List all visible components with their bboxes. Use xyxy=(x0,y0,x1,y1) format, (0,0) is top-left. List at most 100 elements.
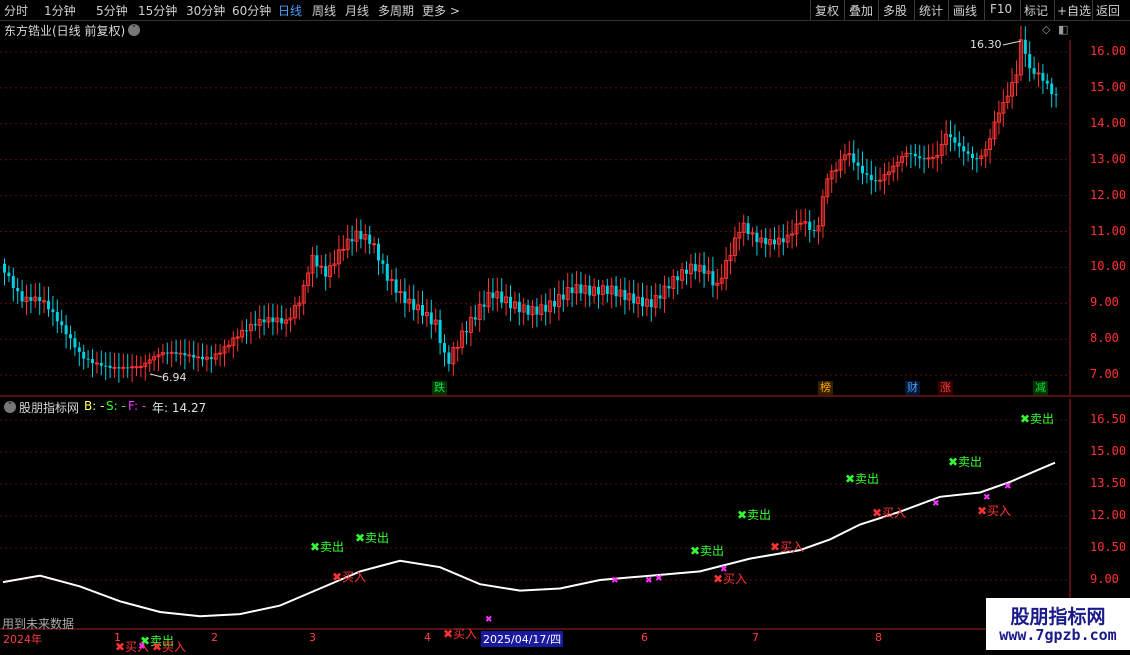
candle-body xyxy=(385,263,389,281)
candle-body xyxy=(957,142,961,147)
candle-body xyxy=(570,287,574,293)
candle-body xyxy=(51,309,55,313)
candle-body xyxy=(614,285,618,297)
candle-body xyxy=(755,232,759,243)
chevron-down-icon[interactable]: ˅ xyxy=(128,24,140,36)
month-label: 8 xyxy=(875,631,882,644)
candle-body xyxy=(808,221,812,230)
price-tick-label: 10.00 xyxy=(1090,259,1127,274)
indicator-tick-label: 10.50 xyxy=(1090,539,1127,554)
candle-body xyxy=(1036,72,1041,75)
marker-signal: ✖ xyxy=(611,576,619,587)
candle-body xyxy=(909,153,913,155)
candle-body xyxy=(429,312,433,325)
candle-body xyxy=(465,331,468,333)
candle-body xyxy=(126,367,130,369)
candle-body xyxy=(209,357,213,360)
buy-signal: ✖买入 xyxy=(443,627,478,642)
candle-body xyxy=(1023,39,1027,54)
marker-signal: ✖ xyxy=(138,642,146,653)
chart-grid xyxy=(0,51,1070,581)
sell-signal: ✖卖出 xyxy=(355,531,390,546)
month-label: 2 xyxy=(211,631,218,644)
candle-body xyxy=(975,158,979,160)
candle-body xyxy=(962,146,966,152)
buy-signal: ✖买入 xyxy=(332,569,367,584)
candle-body xyxy=(319,265,324,268)
event-marker-rise[interactable]: 涨 xyxy=(938,381,953,395)
indicator-b-value: B: - xyxy=(84,399,105,413)
price-tick-label: 9.00 xyxy=(1090,295,1119,310)
event-marker-ranking[interactable]: 榜 xyxy=(818,381,833,395)
candle-body xyxy=(535,306,539,315)
chevron-down-icon[interactable]: ˅ xyxy=(4,401,16,413)
candle-body xyxy=(86,358,90,360)
candle-body xyxy=(641,297,644,307)
month-label: 3 xyxy=(309,631,316,644)
candle-body xyxy=(174,352,178,354)
watermark-url: www.7gpzb.com xyxy=(999,626,1117,644)
sell-signal: ✖卖出 xyxy=(845,471,880,486)
high-price-label: 16.30 xyxy=(970,38,1002,51)
candle-body xyxy=(69,334,72,339)
indicator-year-value: 年: 14.27 xyxy=(152,401,207,415)
candle-body xyxy=(196,356,201,359)
candle-body xyxy=(253,324,257,326)
candle-body xyxy=(852,153,856,163)
candle-body xyxy=(218,352,223,355)
candle-body xyxy=(597,286,600,295)
candle-body xyxy=(169,351,174,354)
chart-canvas[interactable] xyxy=(0,0,1130,650)
candle-body xyxy=(377,243,380,261)
price-tick-label: 16.00 xyxy=(1090,44,1127,58)
indicator-tick-label: 16.50 xyxy=(1090,412,1127,426)
candle-body xyxy=(315,255,319,267)
candle-body xyxy=(271,317,275,322)
candle-body xyxy=(812,229,816,231)
candle-body xyxy=(588,285,592,296)
candle-body xyxy=(42,300,47,303)
candle-body xyxy=(1028,53,1032,69)
high-annotation-arrow xyxy=(1002,40,1022,46)
candle-body xyxy=(47,300,50,310)
candle-body xyxy=(1054,94,1058,96)
month-label: 7 xyxy=(752,631,759,644)
diamond-icon[interactable]: ◇ xyxy=(1042,23,1050,36)
candle-body xyxy=(104,365,108,367)
price-tick-label: 7.00 xyxy=(1090,367,1119,382)
candle-body xyxy=(73,338,77,348)
candle-body xyxy=(579,284,583,294)
candle-body xyxy=(667,286,671,289)
candle-body xyxy=(930,156,935,159)
candle-body xyxy=(861,165,864,174)
event-marker-drop[interactable]: 跌 xyxy=(432,381,447,395)
event-marker-finance[interactable]: 财 xyxy=(905,381,920,395)
buy-signal: ✖买入 xyxy=(770,539,805,554)
marker-signal: ✖ xyxy=(655,573,663,584)
candle-body xyxy=(412,299,416,310)
candle-body xyxy=(553,300,556,307)
buy-signal: ✖买入 xyxy=(713,571,748,586)
candle-body xyxy=(526,305,530,315)
candle-body xyxy=(913,153,917,157)
year-label: 2024年 xyxy=(3,633,42,646)
price-tick-label: 15.00 xyxy=(1090,79,1127,94)
candle-body xyxy=(544,304,548,312)
buy-signal: ✖买入 xyxy=(977,503,1012,518)
month-label: 4 xyxy=(424,631,431,644)
candle-body xyxy=(20,291,24,302)
candle-body xyxy=(781,238,785,243)
candle-body xyxy=(280,318,284,324)
candle-body xyxy=(16,288,20,292)
cursor-date-label: 2025/04/17/四 xyxy=(481,631,564,647)
candle-body xyxy=(394,279,398,293)
marker-signal: ✖ xyxy=(1004,482,1012,493)
future-data-note: 用到未来数据 xyxy=(2,617,75,631)
buy-signal: ✖买入 xyxy=(872,505,907,520)
event-marker-reduce[interactable]: 减 xyxy=(1033,381,1048,395)
candle-body xyxy=(117,367,121,369)
candle-body xyxy=(874,180,878,182)
low-price-label: 6.94 xyxy=(162,371,187,384)
candle-body xyxy=(1032,68,1036,74)
panel-layout-icon[interactable]: ◧ xyxy=(1058,23,1068,36)
